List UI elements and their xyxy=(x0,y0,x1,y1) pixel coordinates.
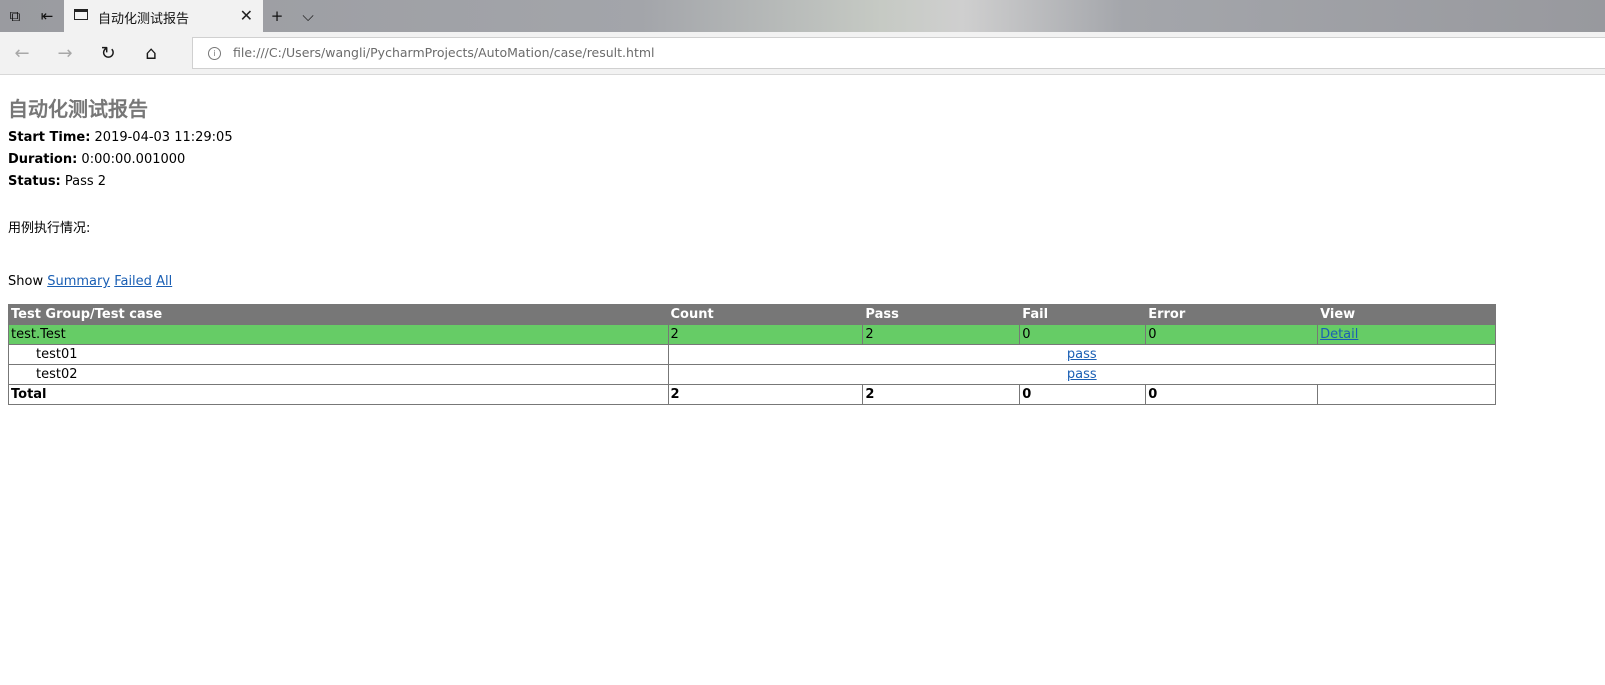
case-status-link[interactable]: pass xyxy=(1067,367,1097,382)
show-summary-link[interactable]: Summary xyxy=(47,274,110,289)
forward-arrow-icon[interactable]: → xyxy=(52,41,78,65)
total-pass: 2 xyxy=(862,384,1021,405)
duration-attribute: Duration: 0:00:00.001000 xyxy=(8,152,185,167)
address-bar[interactable]: i file:///C:/Users/wangli/PycharmProject… xyxy=(192,37,1605,69)
show-label: Show xyxy=(8,274,44,289)
table-header-row: Test Group/Test case Count Pass Fail Err… xyxy=(8,304,1496,325)
total-count: 2 xyxy=(667,384,864,405)
group-view-cell: Detail xyxy=(1317,324,1496,345)
duration-label: Duration: xyxy=(8,152,78,167)
close-tab-icon[interactable]: ✕ xyxy=(240,6,253,25)
group-fail: 0 xyxy=(1019,324,1147,345)
tab-strip: ⧉ ⇤ 自动化测试报告 ✕ + ⌵ xyxy=(0,0,1605,32)
start-time-label: Start Time: xyxy=(8,130,91,145)
case-status-cell: pass xyxy=(667,344,1497,365)
tab-actions-icon[interactable]: ⧉ xyxy=(0,0,30,32)
header-error: Error xyxy=(1145,304,1319,325)
case-status-cell: pass xyxy=(667,364,1497,385)
header-test-group: Test Group/Test case xyxy=(8,304,669,325)
tab-list-chevron-icon[interactable]: ⌵ xyxy=(293,0,323,32)
case-status-link[interactable]: pass xyxy=(1067,347,1097,362)
back-arrow-icon[interactable]: ← xyxy=(9,41,35,65)
table-row: test01 pass xyxy=(8,344,1497,365)
tab-title: 自动化测试报告 xyxy=(98,12,190,27)
duration-value: 0:00:00.001000 xyxy=(77,152,186,167)
total-error: 0 xyxy=(1145,384,1319,405)
report-title: 自动化测试报告 xyxy=(8,97,148,121)
new-tab-icon[interactable]: + xyxy=(262,0,292,32)
header-count: Count xyxy=(667,304,864,325)
group-name: test.Test xyxy=(8,324,669,345)
header-pass: Pass xyxy=(862,304,1021,325)
show-filter-bar: Show Summary Failed All xyxy=(8,274,172,289)
set-tabs-aside-icon[interactable]: ⇤ xyxy=(32,0,62,32)
test-group-row: test.Test 2 2 0 0 Detail xyxy=(8,324,1496,345)
header-fail: Fail xyxy=(1019,304,1147,325)
total-row: Total 2 2 0 0 xyxy=(8,384,1496,405)
start-time-attribute: Start Time: 2019-04-03 11:29:05 xyxy=(8,130,233,145)
case-name: test02 xyxy=(8,364,669,385)
refresh-icon[interactable]: ↻ xyxy=(95,41,121,65)
page-icon xyxy=(74,9,88,20)
active-tab[interactable]: 自动化测试报告 ✕ xyxy=(64,0,263,32)
case-name: test01 xyxy=(8,344,669,365)
status-attribute: Status: Pass 2 xyxy=(8,174,106,189)
total-view xyxy=(1317,384,1496,405)
header-view: View xyxy=(1317,304,1496,325)
status-label: Status: xyxy=(8,174,61,189)
total-fail: 0 xyxy=(1019,384,1147,405)
info-icon[interactable]: i xyxy=(208,47,221,60)
start-time-value: 2019-04-03 11:29:05 xyxy=(90,130,233,145)
table-row: test02 pass xyxy=(8,364,1497,385)
home-icon[interactable]: ⌂ xyxy=(138,41,164,65)
detail-link[interactable]: Detail xyxy=(1320,327,1358,342)
result-table: Test Group/Test case Count Pass Fail Err… xyxy=(8,304,1497,405)
navigation-bar: ← → ↻ ⌂ i file:///C:/Users/wangli/Pychar… xyxy=(0,32,1605,75)
group-pass: 2 xyxy=(862,324,1021,345)
address-url[interactable]: file:///C:/Users/wangli/PycharmProjects/… xyxy=(233,45,655,60)
show-failed-link[interactable]: Failed xyxy=(114,274,152,289)
group-error: 0 xyxy=(1145,324,1319,345)
execution-summary-label: 用例执行情况: xyxy=(8,221,91,236)
total-label: Total xyxy=(8,384,669,405)
group-count: 2 xyxy=(667,324,864,345)
status-value: Pass 2 xyxy=(60,174,107,189)
show-all-link[interactable]: All xyxy=(156,274,172,289)
